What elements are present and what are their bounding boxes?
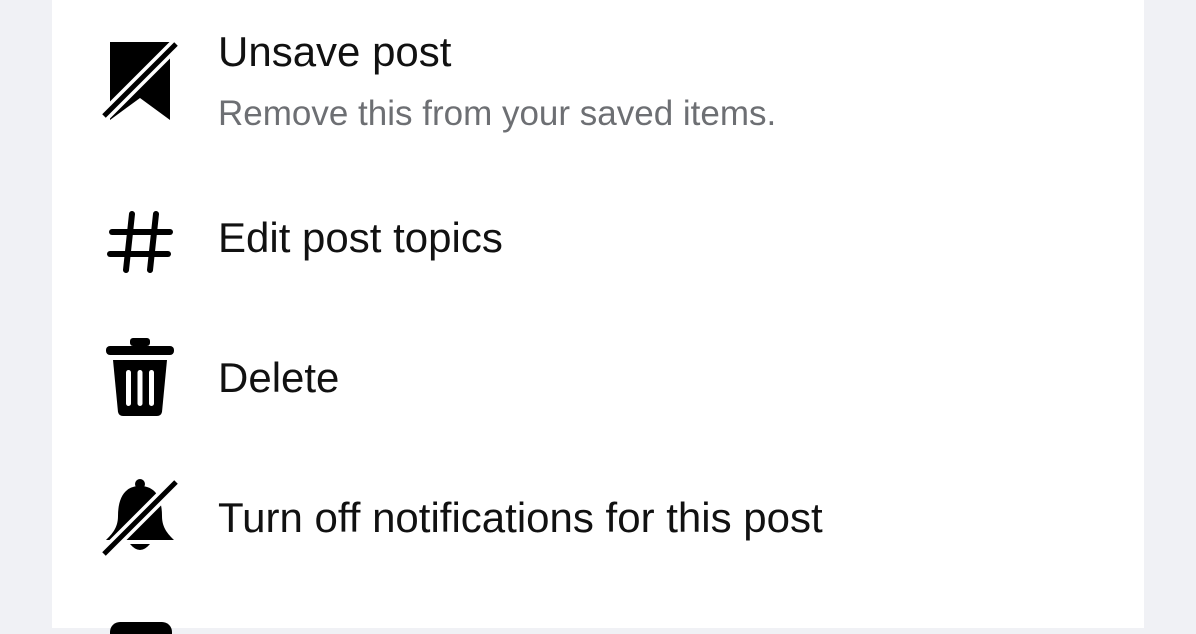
post-options-sheet: Unsave post Remove this from your saved … (52, 0, 1144, 634)
menu-item-title: Delete (218, 354, 340, 401)
menu-item-title: Edit post topics (218, 214, 503, 261)
menu-item-unsave-post[interactable]: Unsave post Remove this from your saved … (52, 20, 1144, 150)
partial-icon (110, 622, 172, 634)
menu-item-title: Turn off notifications for this post (218, 494, 823, 541)
hashtag-icon (100, 202, 180, 282)
bookmark-slash-icon (100, 40, 180, 120)
menu-item-next[interactable] (52, 604, 1144, 634)
menu-item-subtitle: Remove this from your saved items. (218, 94, 777, 133)
menu-item-turn-off-notifications[interactable]: Turn off notifications for this post (52, 462, 1144, 572)
trash-icon (100, 336, 180, 416)
menu-item-delete[interactable]: Delete (52, 322, 1144, 432)
bell-slash-icon (100, 478, 180, 558)
menu-item-edit-post-topics[interactable]: Edit post topics (52, 180, 1144, 290)
menu-item-title: Unsave post (218, 28, 452, 75)
